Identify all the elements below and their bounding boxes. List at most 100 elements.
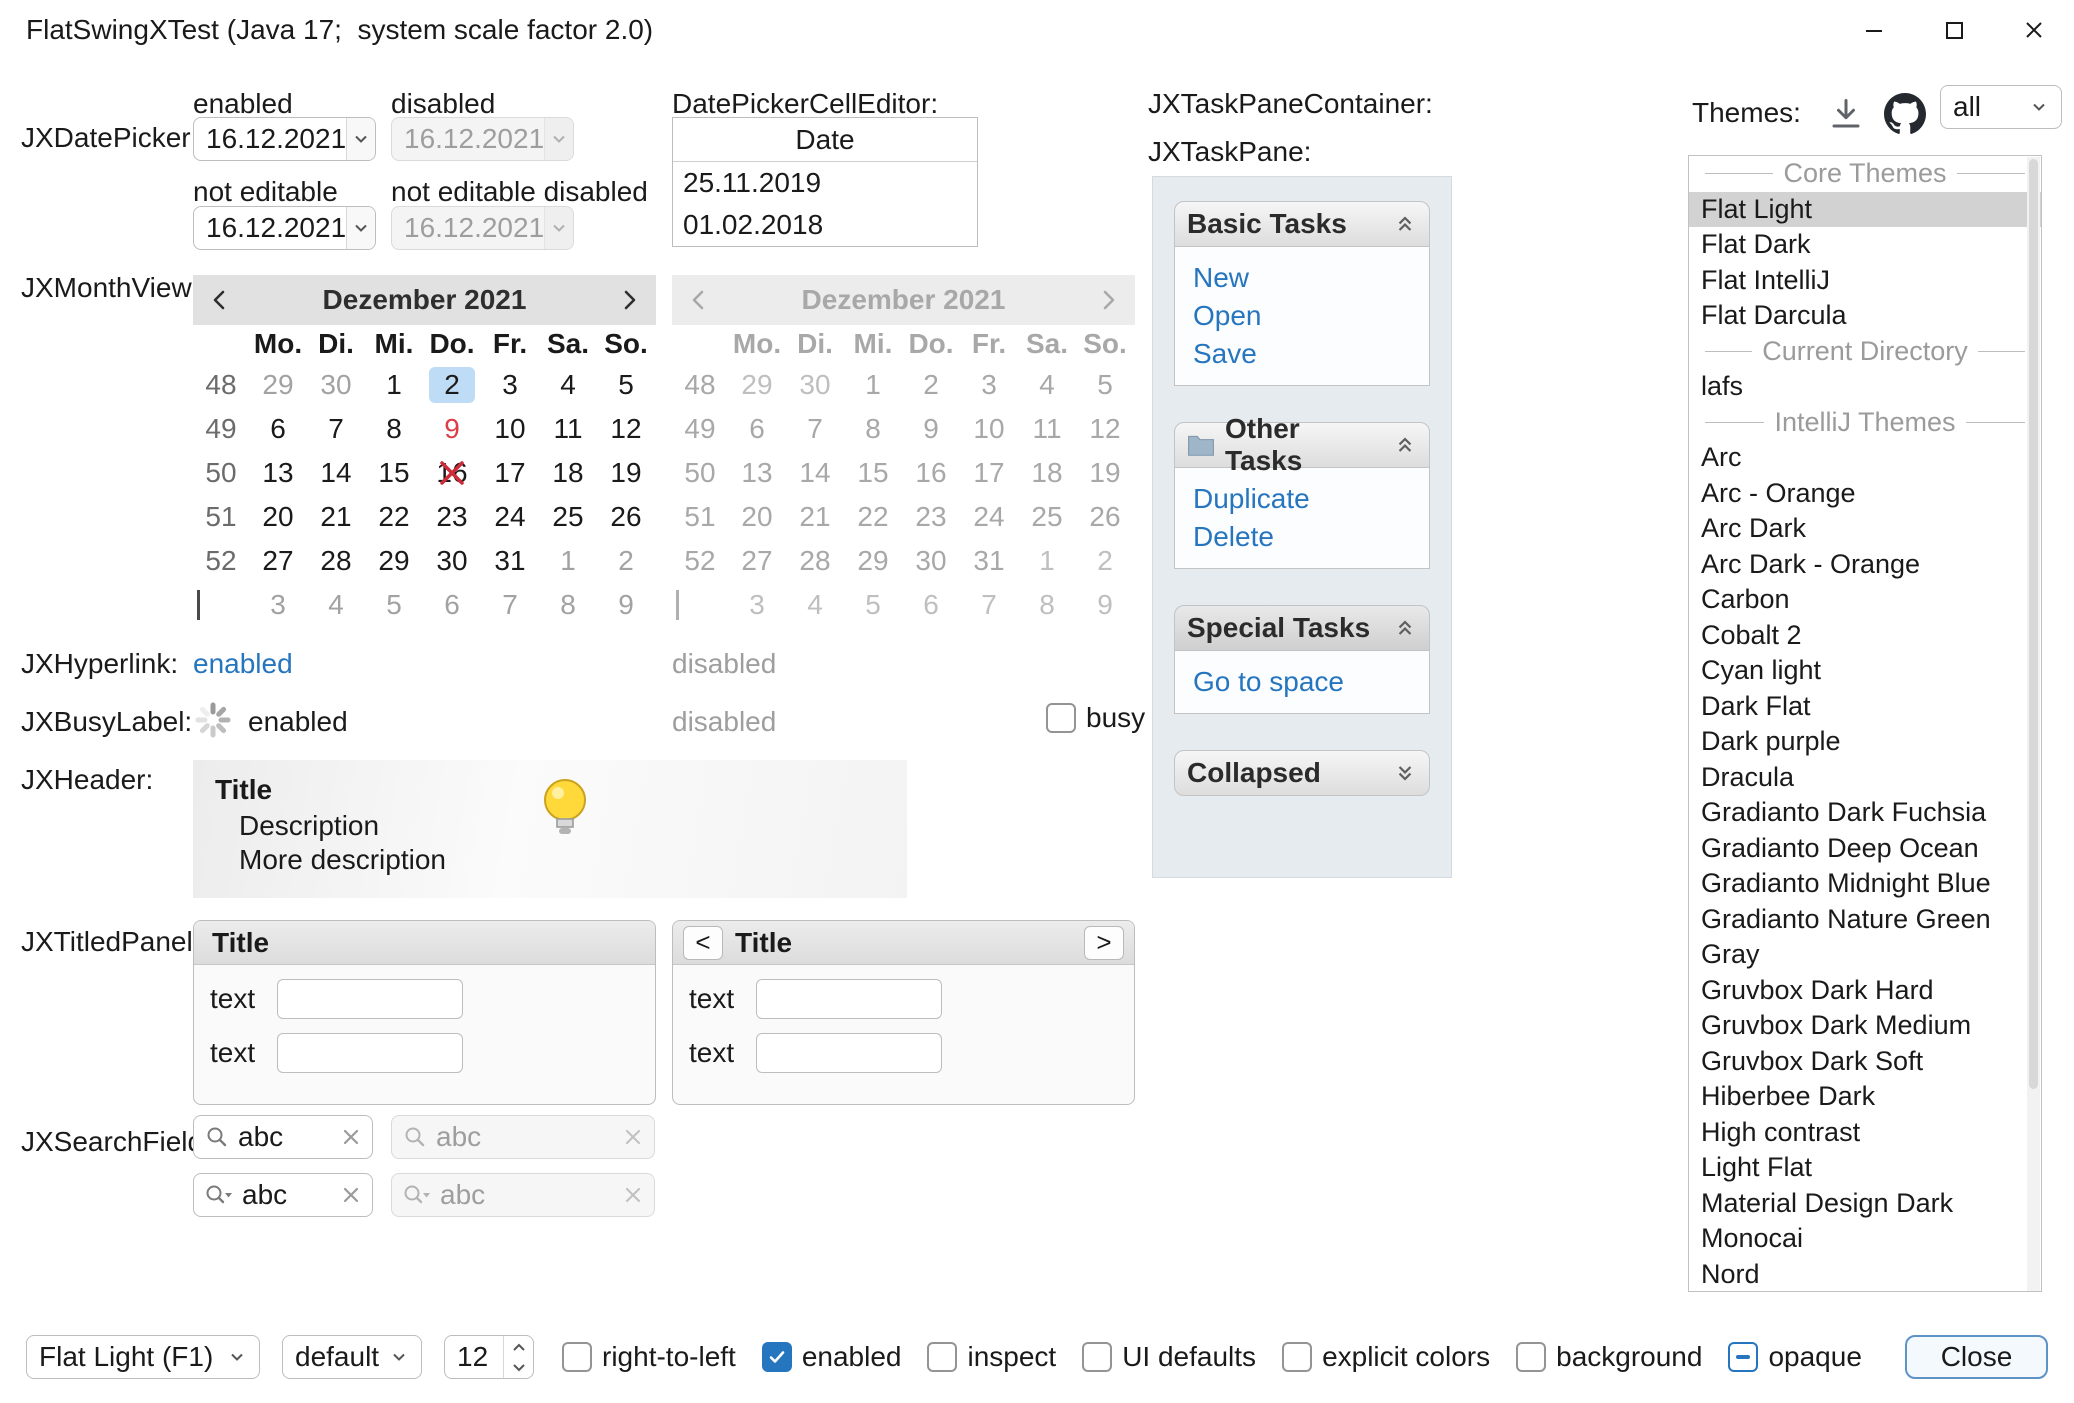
- theme-item-lafs[interactable]: lafs: [1689, 369, 2041, 405]
- theme-item-gradianto-deep-ocean[interactable]: Gradianto Deep Ocean: [1689, 831, 2041, 867]
- calendar-day[interactable]: 29: [365, 539, 423, 583]
- font-combobox[interactable]: default: [282, 1335, 422, 1379]
- calendar-day[interactable]: 12: [597, 407, 655, 451]
- forward-button[interactable]: >: [1084, 926, 1124, 960]
- checkbox-enabled[interactable]: enabled: [762, 1341, 902, 1373]
- theme-item-arc-dark-orange[interactable]: Arc Dark - Orange: [1689, 547, 2041, 583]
- checkbox-box[interactable]: [762, 1342, 792, 1372]
- search-menu-icon[interactable]: [204, 1182, 234, 1208]
- task-link-delete[interactable]: Delete: [1193, 520, 1411, 554]
- checkbox-right-to-left[interactable]: right-to-left: [562, 1341, 736, 1373]
- calendar-day[interactable]: 5: [597, 363, 655, 407]
- taskpane-header[interactable]: Collapsed: [1174, 750, 1430, 796]
- close-window-button[interactable]: [1994, 0, 2074, 60]
- close-button[interactable]: Close: [1905, 1335, 2048, 1379]
- task-link-duplicate[interactable]: Duplicate: [1193, 482, 1411, 516]
- theme-item-flat-darcula[interactable]: Flat Darcula: [1689, 298, 2041, 334]
- expand-icon[interactable]: [1393, 761, 1417, 785]
- theme-item-gruvbox-dark-soft[interactable]: Gruvbox Dark Soft: [1689, 1044, 2041, 1080]
- calendar-day[interactable]: 8: [365, 407, 423, 451]
- theme-item-flat-intellij[interactable]: Flat IntelliJ: [1689, 263, 2041, 299]
- maximize-button[interactable]: [1914, 0, 1994, 60]
- calendar-day[interactable]: 8: [539, 583, 597, 627]
- calendar-day[interactable]: 26: [597, 495, 655, 539]
- text-input[interactable]: [277, 1033, 463, 1073]
- theme-item-flat-light[interactable]: Flat Light: [1689, 192, 2041, 228]
- calendar-day[interactable]: 4: [539, 363, 597, 407]
- calendar-day[interactable]: 10: [481, 407, 539, 451]
- theme-item-flat-dark[interactable]: Flat Dark: [1689, 227, 2041, 263]
- minimize-button[interactable]: [1834, 0, 1914, 60]
- checkbox-explicit-colors[interactable]: explicit colors: [1282, 1341, 1490, 1373]
- checkbox-box[interactable]: [562, 1342, 592, 1372]
- calendar-day[interactable]: 9: [423, 407, 481, 451]
- theme-item-material-design-dark[interactable]: Material Design Dark: [1689, 1186, 2041, 1222]
- theme-item-carbon[interactable]: Carbon: [1689, 582, 2041, 618]
- calendar-day[interactable]: 1: [539, 539, 597, 583]
- calendar-day[interactable]: 7: [481, 583, 539, 627]
- calendar-day[interactable]: 3: [481, 363, 539, 407]
- calendar-day[interactable]: 16: [423, 451, 481, 495]
- theme-item-cobalt-2[interactable]: Cobalt 2: [1689, 618, 2041, 654]
- laf-combobox[interactable]: Flat Light (F1): [26, 1335, 260, 1379]
- taskpane-header[interactable]: Other Tasks: [1174, 422, 1430, 468]
- calendar-day[interactable]: 11: [539, 407, 597, 451]
- taskpane-header[interactable]: Special Tasks: [1174, 605, 1430, 651]
- themes-filter-combobox[interactable]: all: [1940, 85, 2062, 129]
- task-link-go-to-space[interactable]: Go to space: [1193, 665, 1411, 699]
- text-input[interactable]: [756, 1033, 942, 1073]
- calendar-day[interactable]: 3: [249, 583, 307, 627]
- checkbox-background[interactable]: background: [1516, 1341, 1702, 1373]
- theme-item-gradianto-nature-green[interactable]: Gradianto Nature Green: [1689, 902, 2041, 938]
- calendar-day[interactable]: 2: [597, 539, 655, 583]
- calendar-day[interactable]: 30: [423, 539, 481, 583]
- checkbox-opaque[interactable]: opaque: [1728, 1341, 1861, 1373]
- calendar-day[interactable]: 1: [365, 363, 423, 407]
- taskpane-header[interactable]: Basic Tasks: [1174, 201, 1430, 247]
- calendar-day[interactable]: 4: [307, 583, 365, 627]
- font-size-spinner[interactable]: 12: [444, 1335, 534, 1379]
- calendar-day[interactable]: 15: [365, 451, 423, 495]
- scrollbar[interactable]: [2027, 157, 2040, 1291]
- checkbox-box[interactable]: [1282, 1342, 1312, 1372]
- task-link-new[interactable]: New: [1193, 261, 1411, 295]
- clear-icon[interactable]: [340, 1126, 362, 1148]
- theme-item-dark-purple[interactable]: Dark purple: [1689, 724, 2041, 760]
- calendar-day[interactable]: 7: [307, 407, 365, 451]
- search-field-enabled[interactable]: abc: [193, 1115, 373, 1159]
- calendar-day[interactable]: 24: [481, 495, 539, 539]
- theme-item-arc[interactable]: Arc: [1689, 440, 2041, 476]
- calendar-day[interactable]: 27: [249, 539, 307, 583]
- search-field-with-menu[interactable]: abc: [193, 1173, 373, 1217]
- calendar-day[interactable]: 9: [597, 583, 655, 627]
- theme-item-nord[interactable]: Nord: [1689, 1257, 2041, 1293]
- theme-item-cyan-light[interactable]: Cyan light: [1689, 653, 2041, 689]
- calendar-day[interactable]: 20: [249, 495, 307, 539]
- checkbox-box[interactable]: [1516, 1342, 1546, 1372]
- theme-item-gradianto-midnight-blue[interactable]: Gradianto Midnight Blue: [1689, 866, 2041, 902]
- checkbox-busy[interactable]: busy: [1046, 702, 1145, 734]
- theme-item-gruvbox-dark-medium[interactable]: Gruvbox Dark Medium: [1689, 1008, 2041, 1044]
- collapse-icon[interactable]: [1393, 616, 1417, 640]
- calendar-day[interactable]: 5: [365, 583, 423, 627]
- theme-item-arc-orange[interactable]: Arc - Orange: [1689, 476, 2041, 512]
- calendar-day[interactable]: 19: [597, 451, 655, 495]
- calendar-day[interactable]: 13: [249, 451, 307, 495]
- theme-item-light-flat[interactable]: Light Flat: [1689, 1150, 2041, 1186]
- spinner-up-button[interactable]: [504, 1336, 533, 1357]
- checkbox-ui-defaults[interactable]: UI defaults: [1082, 1341, 1256, 1373]
- checkbox-box[interactable]: [927, 1342, 957, 1372]
- theme-item-gray[interactable]: Gray: [1689, 937, 2041, 973]
- hyperlink-enabled[interactable]: enabled: [193, 648, 293, 680]
- calendar-day[interactable]: 28: [307, 539, 365, 583]
- calendar-day[interactable]: 6: [423, 583, 481, 627]
- theme-item-gradianto-dark-fuchsia[interactable]: Gradianto Dark Fuchsia: [1689, 795, 2041, 831]
- calendar-day[interactable]: 22: [365, 495, 423, 539]
- text-input[interactable]: [277, 979, 463, 1019]
- github-button[interactable]: [1884, 93, 1926, 135]
- collapse-icon[interactable]: [1393, 212, 1417, 236]
- calendar-day[interactable]: 18: [539, 451, 597, 495]
- task-link-open[interactable]: Open: [1193, 299, 1411, 333]
- calendar-day[interactable]: 21: [307, 495, 365, 539]
- table-row[interactable]: 25.11.2019: [673, 162, 977, 204]
